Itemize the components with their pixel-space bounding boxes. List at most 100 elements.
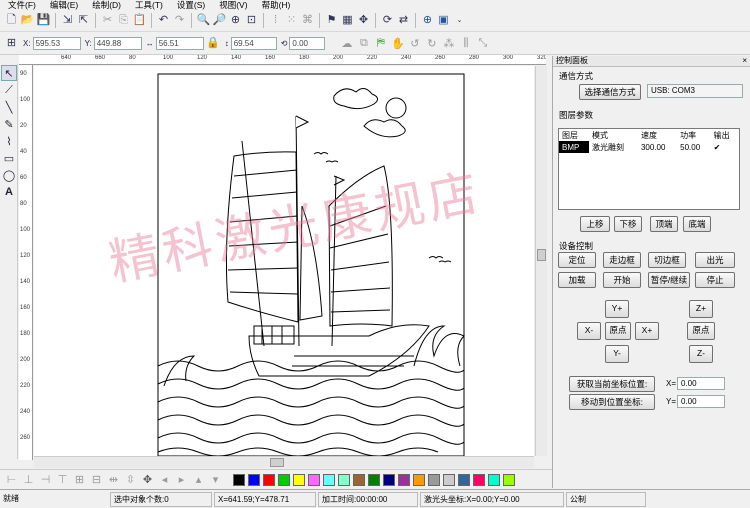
scale-icon[interactable]: ⤡ xyxy=(475,36,490,51)
select-comm-button[interactable]: 选择通信方式 xyxy=(579,84,641,100)
height-field[interactable]: 69.54 xyxy=(230,37,277,50)
y-field[interactable]: 449.88 xyxy=(93,37,142,50)
grid-icon[interactable]: ▦ xyxy=(340,13,355,28)
horizontal-scrollbar[interactable] xyxy=(34,456,534,468)
jog-z-plus-button[interactable]: Z+ xyxy=(689,300,713,318)
table-row[interactable]: BMP 激光雕刻 300.00 50.00 ✔ xyxy=(559,141,739,153)
panel-close-icon[interactable]: × xyxy=(742,56,747,66)
zoom-in-icon[interactable]: 🔍 xyxy=(196,13,211,28)
width-field[interactable]: 56.51 xyxy=(155,37,204,50)
hand-icon[interactable]: ✋ xyxy=(390,36,405,51)
palette-swatch[interactable] xyxy=(413,473,425,486)
move-to-position-button[interactable]: 移动到位置坐标: xyxy=(569,394,655,410)
jog-y-plus-button[interactable]: Y+ xyxy=(605,300,629,318)
align-center-icon[interactable]: ⊥ xyxy=(21,472,36,487)
ungroup-icon[interactable]: ⁙ xyxy=(284,13,299,28)
lock-icon[interactable]: 🔒 xyxy=(206,36,221,51)
array-icon[interactable]: ⁂ xyxy=(441,36,456,51)
vertical-scrollbar[interactable] xyxy=(535,66,547,456)
polyline-icon[interactable]: ⌇ xyxy=(1,133,17,149)
ellipse-icon[interactable]: ◯ xyxy=(1,167,17,183)
horizontal-scroll-thumb[interactable] xyxy=(270,458,284,467)
copy-icon[interactable]: ⎘ xyxy=(116,13,131,28)
menu-help[interactable]: 帮助(H) xyxy=(256,0,297,10)
import-icon[interactable]: ⇲ xyxy=(60,13,75,28)
layer-table[interactable]: 图层 模式 速度 功率 输出 BMP 激光雕刻 300.00 50.00 ✔ xyxy=(558,128,740,210)
node-icon[interactable]: ✥ xyxy=(356,13,371,28)
jog-z-origin-button[interactable]: 原点 xyxy=(687,322,715,340)
jog-x-plus-button[interactable]: X+ xyxy=(635,322,659,340)
target-icon[interactable]: ⊕ xyxy=(420,13,435,28)
align-top-icon[interactable]: ⊤ xyxy=(55,472,70,487)
export-icon[interactable]: ⇱ xyxy=(76,13,91,28)
menu-tools[interactable]: 工具(T) xyxy=(129,0,169,10)
align-bottom-icon[interactable]: ⊟ xyxy=(89,472,104,487)
move-up-button[interactable]: 上移 xyxy=(580,216,610,232)
menu-edit[interactable]: 编辑(E) xyxy=(44,0,84,10)
palette-swatch[interactable] xyxy=(383,473,395,486)
palette-swatch[interactable] xyxy=(443,473,455,486)
zoom-out-icon[interactable]: 🔎 xyxy=(212,13,227,28)
same-height-icon[interactable]: ⇳ xyxy=(123,472,138,487)
menu-view[interactable]: 视图(V) xyxy=(213,0,253,10)
move-left-icon[interactable]: ◂ xyxy=(157,472,172,487)
distribute-icon[interactable]: ⫼ xyxy=(458,36,473,51)
group-icon[interactable]: ⁞ xyxy=(268,13,283,28)
align-icon[interactable]: ☁ xyxy=(339,36,354,51)
palette-swatch[interactable] xyxy=(353,473,365,486)
open-icon[interactable]: 📂 xyxy=(20,13,35,28)
palette-swatch[interactable] xyxy=(308,473,320,486)
drawing-canvas[interactable] xyxy=(34,66,534,456)
cut-frame-button[interactable]: 切边框 xyxy=(648,252,686,268)
start-button[interactable]: 开始 xyxy=(603,272,641,288)
menu-draw[interactable]: 绘制(D) xyxy=(86,0,127,10)
palette-swatch[interactable] xyxy=(473,473,485,486)
layer-icon[interactable]: ⛿ xyxy=(373,36,388,51)
load-button[interactable]: 加载 xyxy=(558,272,596,288)
palette-swatch[interactable] xyxy=(398,473,410,486)
y-coord-field[interactable]: 0.00 xyxy=(677,395,725,408)
palette-swatch[interactable] xyxy=(428,473,440,486)
palette-swatch[interactable] xyxy=(248,473,260,486)
get-position-button[interactable]: 获取当前坐标位置: xyxy=(569,376,655,392)
line-icon[interactable]: ╲ xyxy=(1,99,17,115)
palette-swatch[interactable] xyxy=(323,473,335,486)
move-down-button[interactable]: 下移 xyxy=(614,216,642,232)
pen-icon[interactable]: ✎ xyxy=(1,116,17,132)
same-width-icon[interactable]: ⇹ xyxy=(106,472,121,487)
palette-swatch[interactable] xyxy=(278,473,290,486)
zoom-fit-icon[interactable]: ⊡ xyxy=(244,13,259,28)
x-coord-field[interactable]: 0.00 xyxy=(677,377,725,390)
zoom-page-icon[interactable]: ⊕ xyxy=(228,13,243,28)
palette-swatch[interactable] xyxy=(488,473,500,486)
undo-icon[interactable]: ↶ xyxy=(156,13,171,28)
align-right-icon[interactable]: ⊣ xyxy=(38,472,53,487)
rectangle-icon[interactable]: ▭ xyxy=(1,150,17,166)
angle-field[interactable]: 0.00 xyxy=(289,37,326,50)
jog-origin-button[interactable]: 原点 xyxy=(605,322,631,340)
menu-file[interactable]: 文件(F) xyxy=(2,0,42,10)
palette-swatch[interactable] xyxy=(503,473,515,486)
save-icon[interactable]: 💾 xyxy=(36,13,51,28)
align-left-icon[interactable]: ⊢ xyxy=(4,472,19,487)
pause-resume-button[interactable]: 暂停/继续 xyxy=(648,272,690,288)
palette-swatch[interactable] xyxy=(368,473,380,486)
move-top-button[interactable]: 顶端 xyxy=(650,216,678,232)
path-icon[interactable]: ⟳ xyxy=(380,13,395,28)
vertical-scroll-thumb[interactable] xyxy=(537,249,546,261)
x-field[interactable]: 595.53 xyxy=(32,37,81,50)
menu-settings[interactable]: 设置(S) xyxy=(171,0,211,10)
output-checkbox[interactable]: ✔ xyxy=(711,141,739,153)
select-icon[interactable]: ↖ xyxy=(1,65,17,81)
new-icon[interactable]: 🗋 xyxy=(4,13,19,28)
move-right-icon[interactable]: ▸ xyxy=(174,472,189,487)
palette-swatch[interactable] xyxy=(293,473,305,486)
cut-icon[interactable]: ✂ xyxy=(100,13,115,28)
fire-laser-button[interactable]: 出光 xyxy=(695,252,735,268)
jog-z-minus-button[interactable]: Z- xyxy=(689,345,713,363)
locate-button[interactable]: 定位 xyxy=(558,252,596,268)
jog-y-minus-button[interactable]: Y- xyxy=(605,345,629,363)
palette-swatch[interactable] xyxy=(263,473,275,486)
palette-swatch[interactable] xyxy=(233,473,245,486)
rotate-right-icon[interactable]: ↻ xyxy=(424,36,439,51)
